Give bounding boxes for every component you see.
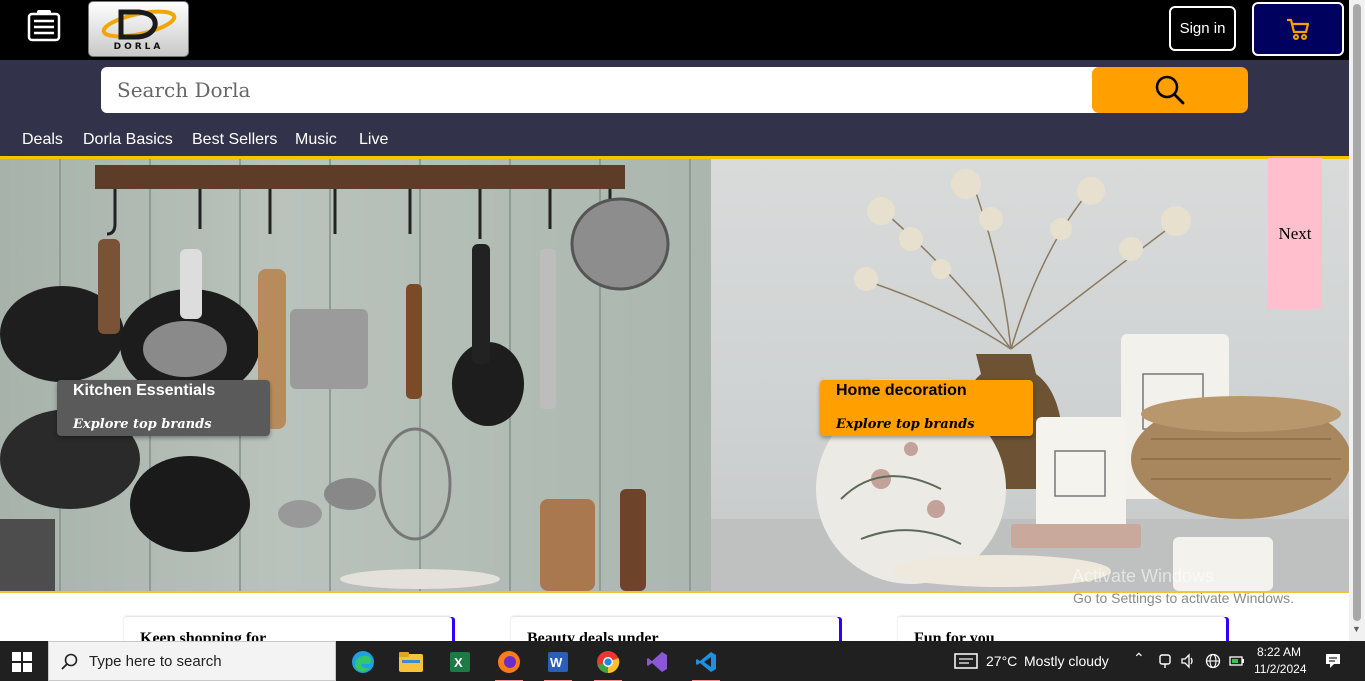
nav-bar: Deals Dorla Basics Best Sellers Music Li… [0, 121, 1349, 159]
home-decor-image [711, 159, 1349, 591]
network-icon[interactable] [1158, 653, 1172, 669]
vscode-icon[interactable] [686, 645, 726, 681]
word-icon[interactable]: W [538, 645, 578, 681]
taskbar-clock[interactable]: 8:22 AM 11/2/2024 [1254, 644, 1307, 678]
search-icon [61, 653, 78, 670]
top-bar: DORLA Sign in [0, 0, 1349, 60]
carousel-next-button[interactable]: Next [1268, 158, 1322, 309]
chevron-up-icon[interactable]: ⌃ [1133, 650, 1145, 667]
card-subtitle[interactable]: Explore top brands [836, 417, 975, 432]
nav-item-best-sellers[interactable]: Best Sellers [192, 131, 277, 149]
card-title: Kitchen Essentials [73, 382, 216, 399]
weather-temperature[interactable]: 27°C [986, 653, 1017, 669]
menu-icon[interactable] [26, 9, 62, 43]
kitchen-essentials-card[interactable]: Kitchen Essentials Explore top brands [57, 380, 270, 436]
hero-carousel: Kitchen Essentials Explore top brands Ho… [0, 159, 1349, 591]
windows-taskbar: Type here to search X W 27°C Mostly clou… [0, 641, 1365, 681]
card-title: Home decoration [836, 382, 967, 399]
visual-studio-icon[interactable] [637, 645, 677, 679]
file-explorer-icon[interactable] [391, 645, 431, 679]
weather-description[interactable]: Mostly cloudy [1024, 653, 1109, 669]
dorla-logo[interactable]: DORLA [88, 1, 189, 57]
volume-icon[interactable] [1180, 653, 1196, 669]
taskbar-search-box[interactable]: Type here to search [48, 641, 336, 681]
search-button[interactable] [1092, 67, 1248, 113]
clock-time: 8:22 AM [1256, 645, 1302, 659]
scrollbar-thumb[interactable] [1353, 4, 1361, 621]
search-band [0, 60, 1349, 121]
battery-icon[interactable] [1229, 654, 1245, 668]
activate-windows-text: Go to Settings to activate Windows. [1073, 590, 1294, 606]
weather-icon[interactable] [954, 652, 978, 670]
logo-text: DORLA [113, 42, 164, 52]
edge-icon[interactable] [343, 645, 383, 679]
svg-text:X: X [454, 655, 463, 670]
card-subtitle[interactable]: Explore top brands [73, 417, 212, 432]
firefox-icon[interactable] [489, 645, 529, 681]
scroll-down-icon[interactable]: ▼ [1352, 624, 1361, 634]
nav-item-music[interactable]: Music [295, 131, 337, 149]
search-icon [1155, 75, 1185, 105]
language-globe-icon[interactable] [1205, 653, 1221, 669]
excel-icon[interactable]: X [440, 645, 480, 679]
windows-start-icon[interactable] [12, 652, 32, 672]
nav-item-live[interactable]: Live [359, 131, 388, 149]
logo-mark-icon [101, 9, 177, 40]
cart-icon [1287, 18, 1310, 40]
sign-in-button[interactable]: Sign in [1169, 6, 1236, 51]
nav-item-deals[interactable]: Deals [22, 131, 63, 149]
notification-icon[interactable] [1324, 652, 1342, 670]
taskbar-search-placeholder: Type here to search [89, 653, 222, 670]
chrome-icon[interactable] [588, 645, 628, 681]
search-input[interactable] [101, 67, 1101, 113]
kitchen-image [0, 159, 711, 591]
nav-item-dorla-basics[interactable]: Dorla Basics [83, 131, 173, 149]
home-decoration-card[interactable]: Home decoration Explore top brands [820, 380, 1033, 436]
clock-date: 11/2/2024 [1254, 662, 1307, 676]
activate-windows-title: Activate Windows [1072, 566, 1215, 586]
page-scrollbar[interactable]: ▼ [1349, 0, 1365, 641]
svg-text:W: W [550, 655, 563, 670]
cart-button[interactable] [1252, 2, 1344, 56]
